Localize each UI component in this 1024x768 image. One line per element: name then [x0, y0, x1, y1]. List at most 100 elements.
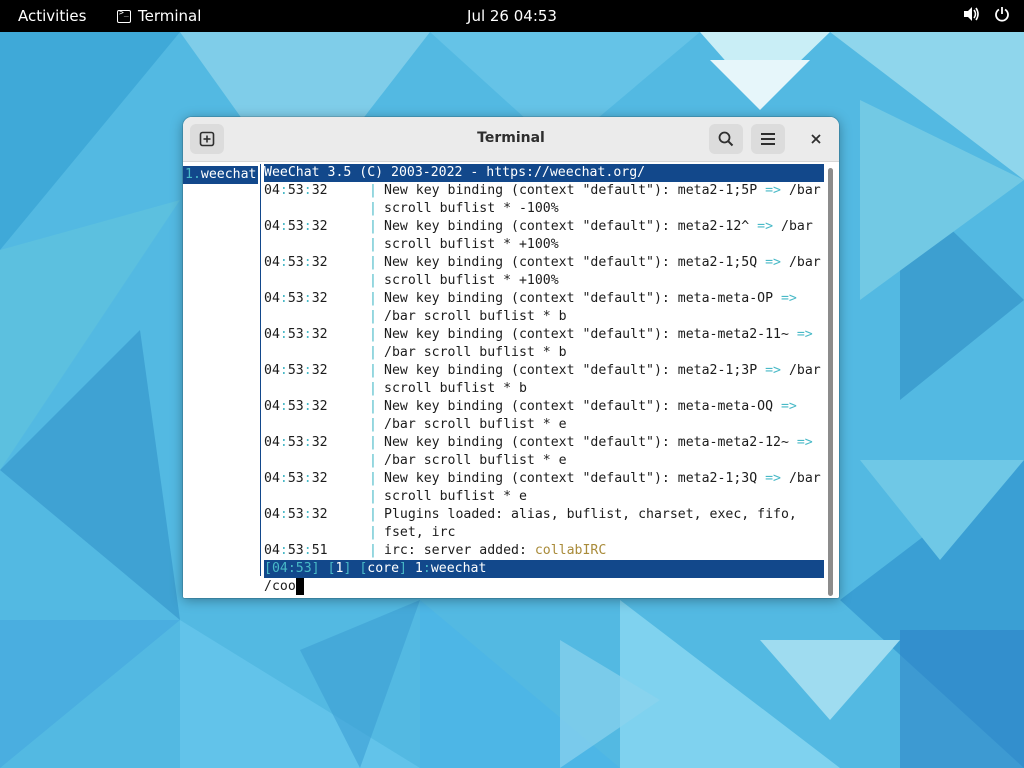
status-buffer-number: 1	[414, 561, 423, 576]
chat-line-message: fset, irc	[384, 525, 456, 540]
close-button[interactable]	[799, 124, 833, 154]
chat-line-message: New key binding (context "default"): met…	[384, 255, 821, 270]
chat-line-separator: |	[369, 489, 377, 504]
activities-button[interactable]: Activities	[18, 7, 86, 25]
chat-line-timestamp: 04:53:32	[264, 399, 328, 414]
chat-line-separator: |	[369, 273, 377, 288]
weechat-title-bar: WeeChat 3.5 (C) 2003-2022 - https://weec…	[264, 164, 824, 182]
chat-line: 04:53:32 | New key binding (context "defau…	[264, 470, 824, 488]
chat-line-separator: |	[369, 237, 377, 252]
chat-line: | /bar scroll buflist * e	[264, 416, 824, 434]
terminal-content[interactable]: 1.weechat WeeChat 3.5 (C) 2003-2022 - ht…	[183, 162, 839, 598]
chat-line-separator: |	[369, 471, 377, 486]
weechat-input-line[interactable]: /coo	[264, 578, 304, 596]
chat-line-separator: |	[369, 417, 377, 432]
chat-line: | scroll buflist * +100%	[264, 236, 824, 254]
chat-line: 04:53:32 | New key binding (context "defau…	[264, 434, 824, 452]
chat-line: 04:53:51 | irc: server added: collabIRC	[264, 542, 824, 560]
app-menu-label: Terminal	[138, 7, 202, 25]
top-bar: Activities Terminal Jul 26 04:53	[0, 0, 1024, 32]
chat-line-message: New key binding (context "default"): met…	[384, 327, 813, 342]
chat-line-message: /bar scroll buflist * b	[384, 309, 567, 324]
buflist-item-name: weechat	[200, 167, 257, 182]
search-button[interactable]	[709, 124, 743, 154]
chat-line-separator: |	[369, 507, 377, 522]
chat-line-message: scroll buflist * e	[384, 489, 527, 504]
chat-line-separator: |	[369, 399, 377, 414]
chat-line-message: New key binding (context "default"): met…	[384, 399, 797, 414]
chat-line: | scroll buflist * +100%	[264, 272, 824, 290]
chat-line: 04:53:32 | New key binding (context "defau…	[264, 326, 824, 344]
clock[interactable]: Jul 26 04:53	[467, 7, 557, 25]
weechat-status-bar: [04:53] [1] [core] 1:weechat	[264, 560, 824, 578]
chat-line-message: New key binding (context "default"): met…	[384, 291, 797, 306]
chat-line: | /bar scroll buflist * b	[264, 308, 824, 326]
chat-line: | scroll buflist * -100%	[264, 200, 824, 218]
chat-line-separator: |	[369, 201, 377, 216]
chat-line-message: /bar scroll buflist * e	[384, 417, 567, 432]
chat-line-separator: |	[369, 219, 377, 234]
chat-line: | scroll buflist * e	[264, 488, 824, 506]
chat-line-message: /bar scroll buflist * b	[384, 345, 567, 360]
terminal-window: Terminal 1.weechat WeeChat 3.5 (C) 2003-…	[183, 117, 839, 598]
chat-line-separator: |	[369, 435, 377, 450]
chat-line: 04:53:32 | Plugins loaded: alias, buflist,…	[264, 506, 824, 524]
search-icon	[718, 131, 734, 147]
chat-line: 04:53:32 | New key binding (context "defau…	[264, 362, 824, 380]
close-icon	[811, 134, 821, 144]
chat-line: 04:53:32 | New key binding (context "defau…	[264, 398, 824, 416]
chat-line-timestamp: 04:53:32	[264, 435, 328, 450]
chat-line: | scroll buflist * b	[264, 380, 824, 398]
chat-line-message: New key binding (context "default"): met…	[384, 435, 813, 450]
chat-line: | fset, irc	[264, 524, 824, 542]
chat-line-separator: |	[369, 345, 377, 360]
chat-line-message: New key binding (context "default"): met…	[384, 183, 821, 198]
status-buffer-name: weechat	[430, 561, 487, 576]
app-menu-button[interactable]: Terminal	[117, 7, 201, 25]
system-status-menu[interactable]	[962, 6, 1010, 22]
chat-line-message: scroll buflist * -100%	[384, 201, 559, 216]
input-text: /coo	[264, 579, 296, 594]
chat-line-separator: |	[369, 291, 377, 306]
chat-line-message: New key binding (context "default"): met…	[384, 219, 813, 234]
chat-line-message: New key binding (context "default"): met…	[384, 363, 821, 378]
main-menu-button[interactable]	[751, 124, 785, 154]
buflist-pane: 1.weechat	[183, 164, 259, 576]
chat-line-message: Plugins loaded: alias, buflist, charset,…	[384, 507, 797, 522]
chat-line-separator: |	[369, 453, 377, 468]
chat-line-separator: |	[369, 327, 377, 342]
chat-line-separator: |	[369, 363, 377, 378]
chat-line-message: scroll buflist * +100%	[384, 273, 559, 288]
chat-line: | /bar scroll buflist * e	[264, 452, 824, 470]
chat-line-message: irc: server added: collabIRC	[384, 543, 607, 558]
chat-line-timestamp: 04:53:32	[264, 255, 328, 270]
chat-line-timestamp: 04:53:32	[264, 327, 328, 342]
buflist-item-weechat[interactable]: 1.weechat	[183, 166, 259, 184]
chat-line-separator: |	[369, 543, 377, 558]
chat-line-timestamp: 04:53:32	[264, 507, 328, 522]
pane-separator	[260, 164, 261, 576]
hamburger-menu-icon	[761, 133, 775, 145]
chat-line-separator: |	[369, 525, 377, 540]
header-bar: Terminal	[183, 117, 839, 162]
chat-line-separator: |	[369, 183, 377, 198]
chat-line-timestamp: 04:53:32	[264, 363, 328, 378]
terminal-scrollbar[interactable]	[828, 168, 833, 596]
status-time: 04:53	[271, 561, 312, 576]
buflist-item-number: 1.	[185, 167, 201, 182]
chat-line-message: scroll buflist * +100%	[384, 237, 559, 252]
chat-line-message: /bar scroll buflist * e	[384, 453, 567, 468]
chat-line-message: New key binding (context "default"): met…	[384, 471, 821, 486]
status-buffer-sep: :	[422, 561, 431, 576]
status-plugin: core	[367, 561, 400, 576]
chat-line-separator: |	[369, 255, 377, 270]
terminal-app-icon	[117, 8, 131, 23]
power-icon	[994, 6, 1010, 22]
volume-icon	[962, 6, 980, 22]
chat-line: 04:53:32 | New key binding (context "defau…	[264, 290, 824, 308]
chat-line-timestamp: 04:53:51	[264, 543, 328, 558]
chat-line-timestamp: 04:53:32	[264, 471, 328, 486]
chat-lines: 04:53:32 | New key binding (context "defau…	[264, 182, 824, 560]
chat-line: 04:53:32 | New key binding (context "defau…	[264, 218, 824, 236]
chat-line-timestamp: 04:53:32	[264, 291, 328, 306]
